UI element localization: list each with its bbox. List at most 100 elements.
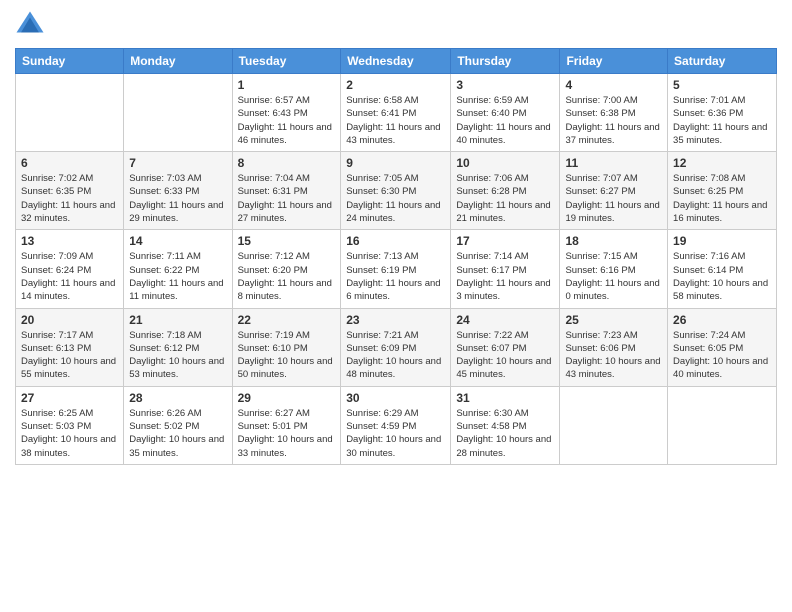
- page: SundayMondayTuesdayWednesdayThursdayFrid…: [0, 0, 792, 612]
- day-number: 4: [565, 78, 662, 92]
- day-number: 12: [673, 156, 771, 170]
- calendar-day-cell: 20Sunrise: 7:17 AMSunset: 6:13 PMDayligh…: [16, 308, 124, 386]
- day-info: Sunrise: 6:58 AMSunset: 6:41 PMDaylight:…: [346, 94, 445, 147]
- day-info: Sunrise: 7:22 AMSunset: 6:07 PMDaylight:…: [456, 329, 554, 382]
- day-info: Sunrise: 7:06 AMSunset: 6:28 PMDaylight:…: [456, 172, 554, 225]
- weekday-header: Monday: [124, 49, 232, 74]
- day-info: Sunrise: 7:02 AMSunset: 6:35 PMDaylight:…: [21, 172, 118, 225]
- day-number: 28: [129, 391, 226, 405]
- calendar-day-cell: [16, 74, 124, 152]
- day-info: Sunrise: 7:01 AMSunset: 6:36 PMDaylight:…: [673, 94, 771, 147]
- calendar-day-cell: 13Sunrise: 7:09 AMSunset: 6:24 PMDayligh…: [16, 230, 124, 308]
- day-number: 2: [346, 78, 445, 92]
- calendar-day-cell: [560, 386, 668, 464]
- calendar-day-cell: 28 Sunrise: 6:26 AMSunset: 5:02 PMDayligh…: [124, 386, 232, 464]
- day-info: Sunrise: 7:24 AMSunset: 6:05 PMDaylight:…: [673, 329, 771, 382]
- weekday-header: Tuesday: [232, 49, 341, 74]
- calendar-day-cell: 3 Sunrise: 6:59 AMSunset: 6:40 PMDaylight…: [451, 74, 560, 152]
- day-number: 22: [238, 313, 336, 327]
- calendar-header-row: SundayMondayTuesdayWednesdayThursdayFrid…: [16, 49, 777, 74]
- day-info: Sunrise: 7:14 AMSunset: 6:17 PMDaylight:…: [456, 250, 554, 303]
- day-info: Sunrise: 6:25 AMSunset: 5:03 PMDaylight:…: [21, 407, 118, 460]
- calendar-day-cell: [668, 386, 777, 464]
- calendar-day-cell: 30Sunrise: 6:29 AMSunset: 4:59 PMDayligh…: [341, 386, 451, 464]
- calendar-week-row: 13Sunrise: 7:09 AMSunset: 6:24 PMDayligh…: [16, 230, 777, 308]
- day-number: 14: [129, 234, 226, 248]
- day-number: 9: [346, 156, 445, 170]
- calendar-table: SundayMondayTuesdayWednesdayThursdayFrid…: [15, 48, 777, 465]
- day-info: Sunrise: 7:00 AMSunset: 6:38 PMDaylight:…: [565, 94, 662, 147]
- day-info: Sunrise: 6:30 AMSunset: 4:58 PMDaylight:…: [456, 407, 554, 460]
- header: [15, 10, 777, 40]
- calendar-day-cell: 5 Sunrise: 7:01 AMSunset: 6:36 PMDaylight…: [668, 74, 777, 152]
- calendar-day-cell: 9Sunrise: 7:05 AMSunset: 6:30 PMDaylight…: [341, 152, 451, 230]
- day-number: 29: [238, 391, 336, 405]
- calendar-day-cell: 6 Sunrise: 7:02 AMSunset: 6:35 PMDaylight…: [16, 152, 124, 230]
- weekday-header: Sunday: [16, 49, 124, 74]
- calendar-day-cell: 7Sunrise: 7:03 AMSunset: 6:33 PMDaylight…: [124, 152, 232, 230]
- day-number: 31: [456, 391, 554, 405]
- day-number: 19: [673, 234, 771, 248]
- logo: [15, 10, 49, 40]
- day-number: 6: [21, 156, 118, 170]
- calendar-day-cell: 27Sunrise: 6:25 AMSunset: 5:03 PMDayligh…: [16, 386, 124, 464]
- calendar-day-cell: 1 Sunrise: 6:57 AMSunset: 6:43 PMDaylight…: [232, 74, 341, 152]
- day-number: 1: [238, 78, 336, 92]
- calendar-day-cell: 18 Sunrise: 7:15 AMSunset: 6:16 PMDayligh…: [560, 230, 668, 308]
- calendar-day-cell: 10 Sunrise: 7:06 AMSunset: 6:28 PMDayligh…: [451, 152, 560, 230]
- calendar-day-cell: 26 Sunrise: 7:24 AMSunset: 6:05 PMDayligh…: [668, 308, 777, 386]
- day-number: 13: [21, 234, 118, 248]
- day-info: Sunrise: 7:07 AMSunset: 6:27 PMDaylight:…: [565, 172, 662, 225]
- weekday-header: Thursday: [451, 49, 560, 74]
- calendar-day-cell: 12 Sunrise: 7:08 AMSunset: 6:25 PMDayligh…: [668, 152, 777, 230]
- calendar-day-cell: 24 Sunrise: 7:22 AMSunset: 6:07 PMDayligh…: [451, 308, 560, 386]
- day-info: Sunrise: 6:26 AMSunset: 5:02 PMDaylight:…: [129, 407, 226, 460]
- calendar-day-cell: 14 Sunrise: 7:11 AMSunset: 6:22 PMDayligh…: [124, 230, 232, 308]
- day-info: Sunrise: 7:15 AMSunset: 6:16 PMDaylight:…: [565, 250, 662, 303]
- calendar-day-cell: 15 Sunrise: 7:12 AMSunset: 6:20 PMDayligh…: [232, 230, 341, 308]
- day-number: 24: [456, 313, 554, 327]
- day-number: 26: [673, 313, 771, 327]
- calendar-day-cell: 8Sunrise: 7:04 AMSunset: 6:31 PMDaylight…: [232, 152, 341, 230]
- day-number: 10: [456, 156, 554, 170]
- day-info: Sunrise: 7:19 AMSunset: 6:10 PMDaylight:…: [238, 329, 336, 382]
- day-number: 15: [238, 234, 336, 248]
- calendar-day-cell: 4 Sunrise: 7:00 AMSunset: 6:38 PMDaylight…: [560, 74, 668, 152]
- calendar-day-cell: 23Sunrise: 7:21 AMSunset: 6:09 PMDayligh…: [341, 308, 451, 386]
- day-number: 23: [346, 313, 445, 327]
- weekday-header: Wednesday: [341, 49, 451, 74]
- day-info: Sunrise: 7:12 AMSunset: 6:20 PMDaylight:…: [238, 250, 336, 303]
- day-info: Sunrise: 6:27 AMSunset: 5:01 PMDaylight:…: [238, 407, 336, 460]
- day-number: 20: [21, 313, 118, 327]
- day-number: 25: [565, 313, 662, 327]
- calendar-day-cell: 29 Sunrise: 6:27 AMSunset: 5:01 PMDayligh…: [232, 386, 341, 464]
- day-info: Sunrise: 6:59 AMSunset: 6:40 PMDaylight:…: [456, 94, 554, 147]
- calendar-week-row: 6 Sunrise: 7:02 AMSunset: 6:35 PMDaylight…: [16, 152, 777, 230]
- weekday-header: Friday: [560, 49, 668, 74]
- day-number: 18: [565, 234, 662, 248]
- day-info: Sunrise: 7:13 AMSunset: 6:19 PMDaylight:…: [346, 250, 445, 303]
- calendar-day-cell: 2 Sunrise: 6:58 AMSunset: 6:41 PMDaylight…: [341, 74, 451, 152]
- logo-icon: [15, 10, 45, 40]
- calendar-day-cell: 16 Sunrise: 7:13 AMSunset: 6:19 PMDayligh…: [341, 230, 451, 308]
- calendar-week-row: 20Sunrise: 7:17 AMSunset: 6:13 PMDayligh…: [16, 308, 777, 386]
- day-number: 5: [673, 78, 771, 92]
- day-number: 3: [456, 78, 554, 92]
- calendar-day-cell: 25Sunrise: 7:23 AMSunset: 6:06 PMDayligh…: [560, 308, 668, 386]
- day-info: Sunrise: 6:57 AMSunset: 6:43 PMDaylight:…: [238, 94, 336, 147]
- calendar-day-cell: 19 Sunrise: 7:16 AMSunset: 6:14 PMDayligh…: [668, 230, 777, 308]
- calendar-day-cell: 17Sunrise: 7:14 AMSunset: 6:17 PMDayligh…: [451, 230, 560, 308]
- day-info: Sunrise: 7:03 AMSunset: 6:33 PMDaylight:…: [129, 172, 226, 225]
- weekday-header: Saturday: [668, 49, 777, 74]
- calendar-week-row: 27Sunrise: 6:25 AMSunset: 5:03 PMDayligh…: [16, 386, 777, 464]
- day-number: 16: [346, 234, 445, 248]
- calendar-day-cell: 31 Sunrise: 6:30 AMSunset: 4:58 PMDayligh…: [451, 386, 560, 464]
- day-info: Sunrise: 7:16 AMSunset: 6:14 PMDaylight:…: [673, 250, 771, 303]
- calendar-day-cell: [124, 74, 232, 152]
- day-info: Sunrise: 6:29 AMSunset: 4:59 PMDaylight:…: [346, 407, 445, 460]
- calendar-day-cell: 21Sunrise: 7:18 AMSunset: 6:12 PMDayligh…: [124, 308, 232, 386]
- day-number: 11: [565, 156, 662, 170]
- day-info: Sunrise: 7:11 AMSunset: 6:22 PMDaylight:…: [129, 250, 226, 303]
- day-info: Sunrise: 7:04 AMSunset: 6:31 PMDaylight:…: [238, 172, 336, 225]
- day-info: Sunrise: 7:08 AMSunset: 6:25 PMDaylight:…: [673, 172, 771, 225]
